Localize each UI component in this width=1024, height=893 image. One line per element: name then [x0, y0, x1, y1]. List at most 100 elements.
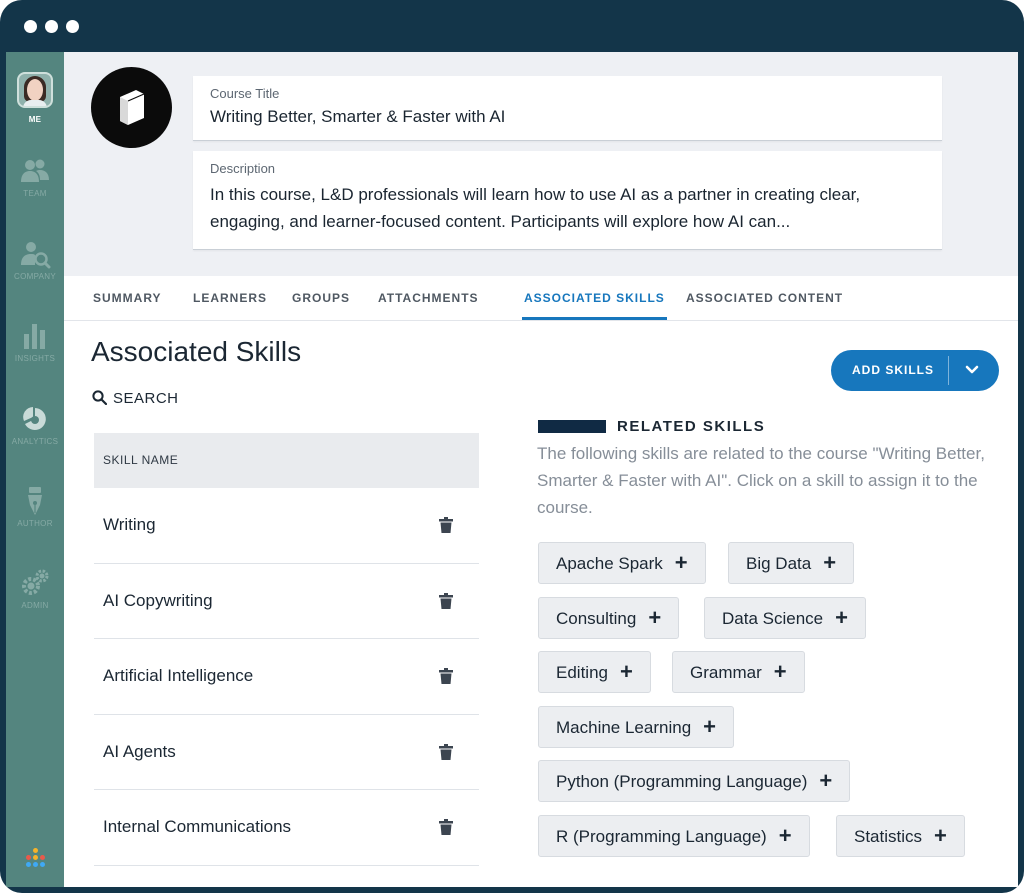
- related-skill-chip[interactable]: Python (Programming Language) +: [538, 760, 851, 802]
- sidebar-item-label: ME: [28, 115, 42, 124]
- trash-icon[interactable]: [439, 517, 453, 533]
- table-row: AI Agents: [94, 715, 479, 790]
- related-skills-description: The following skills are related to the …: [537, 444, 985, 517]
- chip-label: Editing: [556, 663, 608, 682]
- tab-learners[interactable]: LEARNERS: [193, 291, 267, 317]
- skills-table: SKILL NAME Writing AI Copywriting Artifi…: [94, 433, 479, 866]
- chip-label: Grammar: [690, 663, 762, 682]
- gears-icon: [22, 569, 49, 595]
- related-skills-title: RELATED SKILLS: [617, 418, 766, 435]
- plus-icon: +: [619, 659, 633, 684]
- add-skills-button[interactable]: ADD SKILLS: [831, 350, 999, 391]
- chip-label: Apache Spark: [556, 554, 663, 573]
- brand-logo-icon: [24, 848, 48, 872]
- search-button[interactable]: SEARCH: [92, 390, 179, 407]
- course-description-line: engaging, and learner-focused content. P…: [210, 212, 791, 231]
- sidebar-item-label: AUTHOR: [17, 519, 53, 528]
- chip-label: Consulting: [556, 609, 637, 628]
- skill-name: Artificial Intelligence: [103, 666, 254, 685]
- plus-icon: +: [934, 823, 947, 848]
- app-window: ME TEAM COMPANY INSIGHTS ANALYTICS AUTHO…: [6, 52, 1018, 887]
- sidebar-item-me[interactable]: ME: [6, 72, 64, 124]
- chip-label: Data Science: [722, 609, 824, 628]
- related-skill-chip[interactable]: Machine Learning +: [538, 706, 735, 748]
- course-description-line: In this course, L&D professionals will l…: [210, 185, 861, 204]
- related-skill-chip[interactable]: Editing +: [538, 651, 651, 693]
- sidebar-item-label: ANALYTICS: [11, 437, 59, 446]
- search-icon: [92, 390, 108, 406]
- sidebar-item-label: TEAM: [23, 189, 47, 198]
- plus-icon: +: [674, 550, 688, 575]
- sidebar-item-admin[interactable]: ADMIN: [6, 567, 64, 610]
- plus-icon: +: [835, 605, 848, 630]
- tab-groups[interactable]: GROUPS: [292, 291, 350, 317]
- table-row: Internal Communications: [94, 790, 479, 866]
- page-title: Associated Skills: [91, 336, 302, 367]
- related-skill-chip[interactable]: Statistics +: [836, 815, 965, 857]
- chip-label: R (Programming Language): [556, 827, 767, 846]
- table-row: AI Copywriting: [94, 564, 479, 639]
- button-divider: [948, 356, 949, 385]
- skill-name: Writing: [103, 515, 156, 534]
- sidebar-item-company[interactable]: COMPANY: [6, 238, 64, 281]
- plus-icon: +: [819, 768, 833, 793]
- sidebar-item-author[interactable]: AUTHOR: [6, 485, 64, 528]
- table-row: Writing: [94, 488, 479, 564]
- sidebar: ME TEAM COMPANY INSIGHTS ANALYTICS AUTHO…: [6, 52, 64, 887]
- related-skill-chip[interactable]: Grammar +: [672, 651, 805, 693]
- related-skill-chip[interactable]: Big Data +: [728, 542, 855, 584]
- sidebar-item-insights[interactable]: INSIGHTS: [6, 320, 64, 363]
- tab-attachments[interactable]: ATTACHMENTS: [378, 291, 479, 317]
- plus-icon: +: [703, 714, 717, 739]
- team-icon: [21, 159, 49, 182]
- chip-label: Machine Learning: [556, 718, 692, 737]
- tab-associated-content[interactable]: ASSOCIATED CONTENT: [686, 291, 843, 317]
- chip-label: Python (Programming Language): [556, 772, 808, 791]
- trash-icon[interactable]: [439, 592, 453, 609]
- column-header-skill-name[interactable]: SKILL NAME: [94, 433, 479, 488]
- chevron-down-icon[interactable]: [964, 362, 980, 378]
- course-header: Course Title Writing Better, Smarter & F…: [64, 52, 1018, 276]
- course-title-card[interactable]: Course Title Writing Better, Smarter & F…: [193, 76, 942, 141]
- pie-chart-icon: [23, 407, 46, 430]
- sidebar-item-label: ADMIN: [21, 601, 49, 610]
- plus-icon: +: [773, 659, 787, 684]
- window-dot-icon: [45, 20, 58, 33]
- course-title-value[interactable]: Writing Better, Smarter & Faster with AI: [210, 107, 925, 127]
- sidebar-item-team[interactable]: TEAM: [6, 155, 64, 198]
- skill-name: AI Agents: [103, 741, 176, 761]
- skill-name: AI Copywriting: [103, 590, 213, 610]
- pen-nib-icon: [28, 487, 42, 515]
- window-dot-icon: [24, 20, 37, 33]
- related-skills-accent-bar: [538, 420, 606, 433]
- window-dot-icon: [66, 20, 79, 33]
- trash-icon[interactable]: [439, 743, 453, 760]
- table-row: Artificial Intelligence: [94, 639, 479, 715]
- chip-label: Big Data: [746, 554, 812, 573]
- plus-icon: +: [648, 605, 662, 630]
- tab-summary[interactable]: SUMMARY: [93, 291, 162, 317]
- app-window-frame: ME TEAM COMPANY INSIGHTS ANALYTICS AUTHO…: [0, 0, 1024, 893]
- tab-associated-skills[interactable]: ASSOCIATED SKILLS: [522, 291, 667, 320]
- sidebar-item-analytics[interactable]: ANALYTICS: [6, 403, 64, 446]
- related-skill-chip[interactable]: Apache Spark +: [538, 542, 706, 584]
- skill-name: Internal Communications: [103, 817, 292, 836]
- trash-icon[interactable]: [439, 819, 453, 835]
- related-skill-chip[interactable]: Data Science +: [704, 597, 866, 639]
- bar-chart-icon: [24, 324, 45, 349]
- course-description-card[interactable]: Description In this course, L&D professi…: [193, 151, 942, 250]
- search-label: SEARCH: [113, 390, 179, 407]
- avatar: [17, 72, 53, 108]
- sidebar-item-label: COMPANY: [14, 272, 56, 281]
- book-icon: [91, 67, 172, 148]
- related-skill-chip[interactable]: R (Programming Language) +: [538, 815, 810, 857]
- course-description-value[interactable]: In this course, L&D professionals will l…: [210, 181, 925, 235]
- course-title-label: Course Title: [210, 86, 280, 101]
- trash-icon[interactable]: [439, 668, 453, 684]
- main-content: Course Title Writing Better, Smarter & F…: [64, 52, 1018, 887]
- plus-icon: +: [778, 823, 792, 848]
- related-skill-chip[interactable]: Consulting +: [538, 597, 680, 639]
- company-search-icon: [21, 242, 51, 269]
- sidebar-item-label: INSIGHTS: [14, 354, 56, 363]
- add-skills-label: ADD SKILLS: [852, 363, 934, 377]
